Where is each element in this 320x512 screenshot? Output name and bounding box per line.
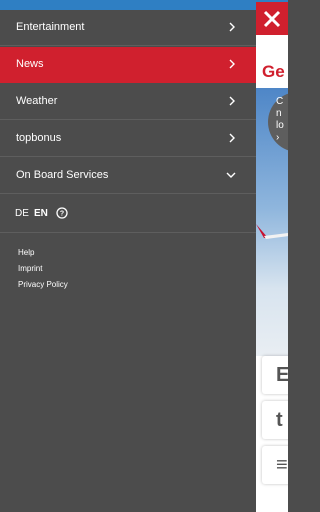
chevron-right-icon xyxy=(229,96,235,106)
menu-item-topbonus[interactable]: topbonus xyxy=(0,121,256,157)
close-icon xyxy=(263,10,281,27)
menu-item-label: Weather xyxy=(16,95,58,107)
menu-item-entertainment[interactable]: Entertainment xyxy=(0,10,256,46)
chevron-right-icon xyxy=(229,22,235,32)
promo-line: lo xyxy=(276,120,284,131)
footer-link-imprint[interactable]: Imprint xyxy=(18,264,42,273)
menu-item-on-board-services[interactable]: On Board Services xyxy=(0,158,256,194)
chevron-down-icon xyxy=(226,172,236,178)
background-promo-circle[interactable]: C n lo › xyxy=(268,92,288,152)
close-menu-button[interactable] xyxy=(256,2,288,35)
language-en[interactable]: EN xyxy=(34,208,48,219)
help-icon[interactable]: ? xyxy=(56,207,68,219)
chevron-right-icon xyxy=(229,59,235,69)
language-switcher: DE EN xyxy=(0,194,256,233)
menu-item-label: topbonus xyxy=(16,132,62,144)
menu-item-weather[interactable]: Weather xyxy=(0,84,256,120)
svg-text:?: ? xyxy=(60,211,64,218)
footer-link-help[interactable]: Help xyxy=(18,248,34,257)
menu-item-news[interactable]: News xyxy=(0,47,256,83)
language-de[interactable]: DE xyxy=(15,208,29,219)
menu-item-label: Entertainment xyxy=(16,21,85,33)
chevron-right-icon xyxy=(229,133,235,143)
airplane-wing-icon xyxy=(256,224,288,239)
promo-line: n xyxy=(276,108,282,119)
menu-item-label: News xyxy=(16,58,44,70)
status-bar xyxy=(0,0,256,10)
background-tile[interactable]: ≡ xyxy=(262,446,288,484)
promo-line: › xyxy=(276,132,280,143)
promo-line: C xyxy=(276,96,284,107)
background-tile[interactable]: t xyxy=(262,401,288,439)
background-tile[interactable]: E xyxy=(262,356,288,394)
menu-item-label: On Board Services xyxy=(16,169,109,181)
background-app: Ge C n lo › E t ≡ xyxy=(256,0,288,512)
footer-link-privacy-policy[interactable]: Privacy Policy xyxy=(18,280,68,289)
side-menu: Entertainment News Weather topbonus On B… xyxy=(0,0,256,512)
background-page-title: Ge xyxy=(262,62,285,81)
